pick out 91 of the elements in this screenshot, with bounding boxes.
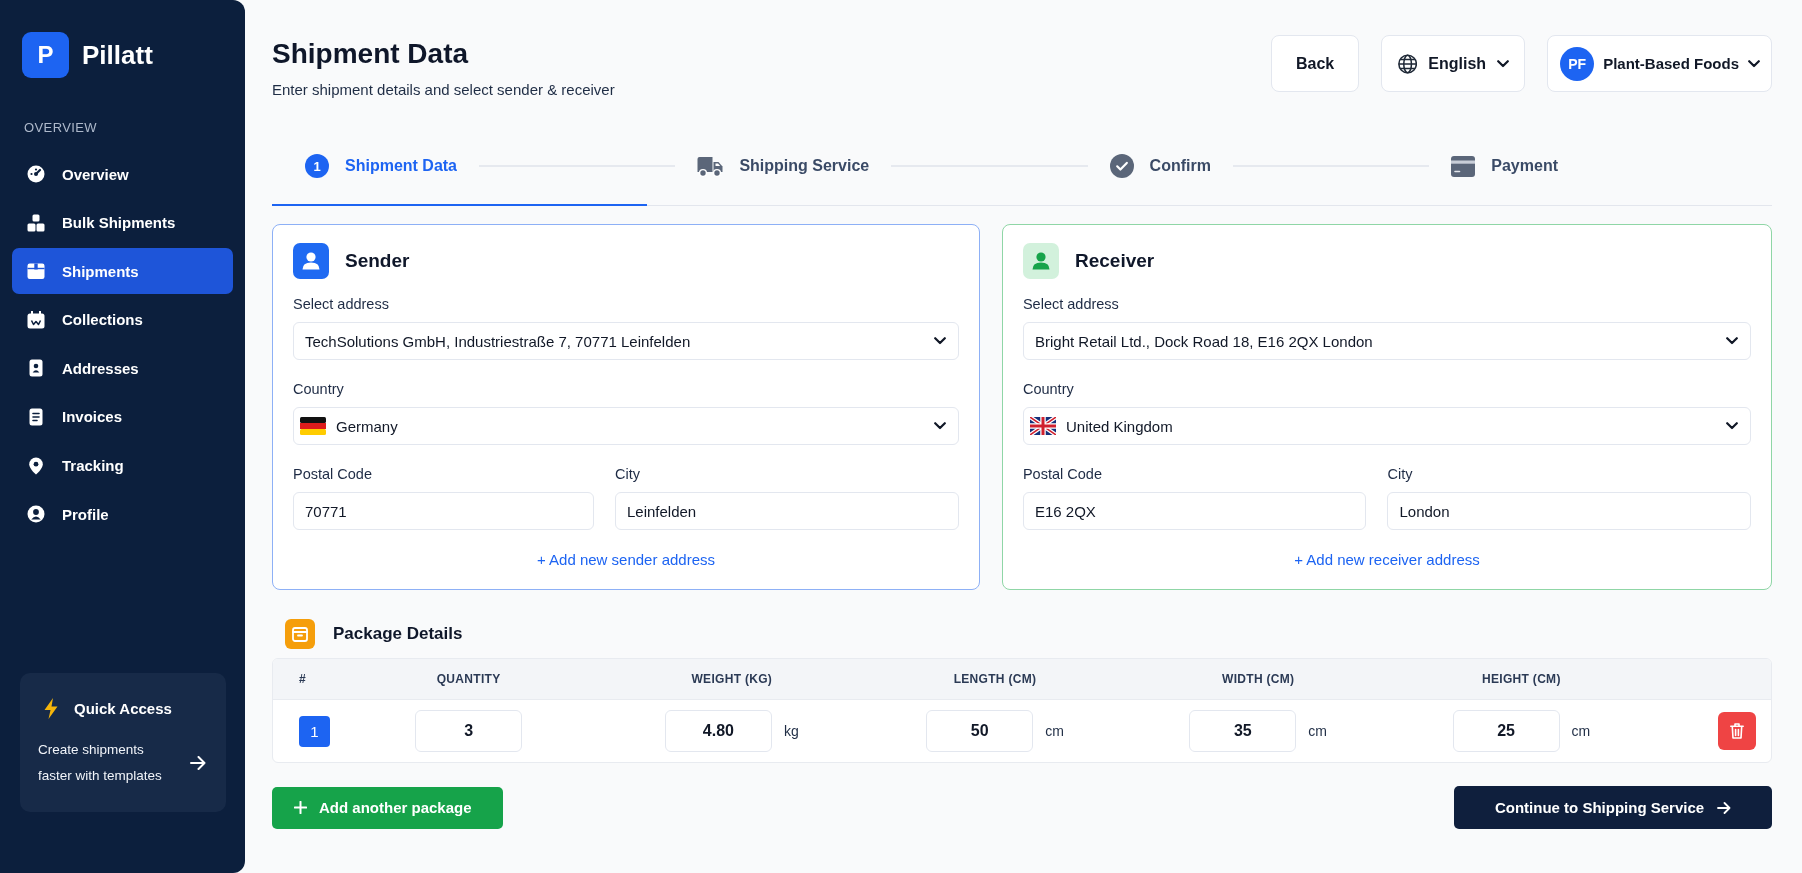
account-menu[interactable]: PF Plant-Based Foods <box>1547 35 1772 92</box>
number-field[interactable]: 25 <box>1452 710 1560 752</box>
delete-button[interactable] <box>1718 712 1756 750</box>
postal-code-field[interactable]: 70771 <box>293 492 594 530</box>
user-icon <box>1022 243 1059 279</box>
dashboard-icon <box>27 165 45 183</box>
nav-item[interactable]: Overview <box>12 151 233 197</box>
section-title: Package Details <box>333 624 463 644</box>
column-header: WEIGHT (KG) <box>691 672 773 686</box>
field-label: Postal Code <box>293 465 372 483</box>
field-label: Country <box>1022 380 1074 398</box>
package-number: 1 <box>299 715 330 747</box>
brand-name: Pillatt <box>82 39 153 71</box>
lightning-icon <box>44 698 58 719</box>
number-field[interactable]: 3 <box>415 710 523 752</box>
unit-label: cm <box>1308 723 1328 739</box>
chevron-down-icon <box>1748 59 1760 68</box>
postal-code-field[interactable]: E16 2QX <box>1022 492 1367 530</box>
field-label: City <box>1387 465 1413 483</box>
nav-item[interactable]: Bulk Shipments <box>12 199 233 246</box>
map-pin-icon <box>27 456 45 475</box>
address-select[interactable]: TechSolutions GmbH, Industriestraße 7, 70771 Leinfelden <box>293 322 959 360</box>
package-icon <box>285 619 315 649</box>
chevron-down-icon <box>933 422 946 430</box>
globe-icon <box>1398 53 1418 74</box>
field-label: Select address <box>1022 295 1119 313</box>
column-header: LENGTH (CM) <box>953 672 1037 686</box>
arrow-right-icon[interactable] <box>190 756 206 770</box>
address-select[interactable]: Bright Retail Ltd., Dock Road 18, E16 2QX London <box>1022 322 1751 360</box>
card-title: Receiver <box>1074 250 1155 272</box>
nav-item[interactable]: Collections <box>12 296 233 343</box>
chevron-down-icon <box>933 337 946 345</box>
truck-icon <box>697 155 724 177</box>
column-header: HEIGHT (CM) <box>1482 672 1561 686</box>
chevron-down-icon <box>1726 337 1738 345</box>
field-label: Country <box>293 380 344 398</box>
unit-label: kg <box>783 723 799 739</box>
step-tab[interactable]: Confirm <box>1109 154 1211 178</box>
unit-label: cm <box>1571 723 1591 739</box>
add-address-link[interactable]: + Add new sender address <box>536 550 715 570</box>
field-label: City <box>614 465 640 483</box>
user-icon <box>293 243 329 279</box>
city-field[interactable]: London <box>1387 492 1751 530</box>
country-select[interactable]: Germany <box>293 407 959 445</box>
back-button[interactable]: Back <box>1271 35 1360 92</box>
section-label: OVERVIEW <box>24 120 98 136</box>
step-tab[interactable]: Shipping Service <box>697 155 870 177</box>
step-tab[interactable]: 1 Shipment Data <box>305 154 457 178</box>
logo-mark: P <box>22 32 69 78</box>
user-circle-icon <box>27 505 45 524</box>
column-header: # <box>298 672 306 686</box>
card-title: Sender <box>345 250 410 272</box>
city-field[interactable]: Leinfelden <box>614 492 959 530</box>
page-title: Shipment Data <box>272 37 470 71</box>
column-header: QUANTITY <box>436 672 501 686</box>
chevron-down-icon <box>1497 59 1510 68</box>
number-field[interactable]: 50 <box>926 710 1034 752</box>
nav-item[interactable]: Invoices <box>12 393 233 440</box>
step-number: 1 <box>305 154 329 178</box>
arrow-right-icon <box>1717 801 1732 814</box>
field-label: Postal Code <box>1022 465 1102 483</box>
nav-item[interactable]: Shipments <box>12 248 233 295</box>
nav-item[interactable]: Profile <box>12 491 233 538</box>
column-header: WIDTH (CM) <box>1222 672 1295 686</box>
package-icon <box>27 262 45 281</box>
check-circle-icon <box>1109 154 1134 178</box>
nav-item[interactable]: Tracking <box>12 442 233 489</box>
page-subtitle: Enter shipment details and select sender & receiver <box>272 80 615 100</box>
continue-button[interactable]: Continue to Shipping Service <box>1454 786 1772 829</box>
number-field[interactable]: 4.80 <box>664 710 772 752</box>
quick-access-text: Create shipments faster with templates <box>38 741 163 785</box>
field-label: Select address <box>293 295 389 313</box>
credit-card-icon <box>1451 155 1476 177</box>
trash-icon <box>1730 723 1744 739</box>
contact-card-icon <box>27 359 45 378</box>
unit-label: cm <box>1045 723 1064 739</box>
language-select[interactable]: English <box>1381 35 1526 92</box>
user-avatar: PF <box>1560 46 1595 81</box>
plus-icon <box>294 801 307 814</box>
add-address-link[interactable]: + Add new receiver address <box>1294 550 1480 570</box>
germany-flag-icon <box>300 417 326 435</box>
uk-flag-icon <box>1029 417 1056 435</box>
boxes-icon <box>27 213 45 232</box>
invoice-icon <box>27 407 45 426</box>
country-select[interactable]: United Kingdom <box>1022 407 1751 445</box>
chevron-down-icon <box>1726 422 1738 430</box>
quick-access-title: Quick Access <box>74 700 172 717</box>
calendar-icon <box>27 310 45 329</box>
nav-item[interactable]: Addresses <box>12 345 233 392</box>
step-tab[interactable]: Payment <box>1451 155 1558 177</box>
number-field[interactable]: 35 <box>1189 710 1297 752</box>
